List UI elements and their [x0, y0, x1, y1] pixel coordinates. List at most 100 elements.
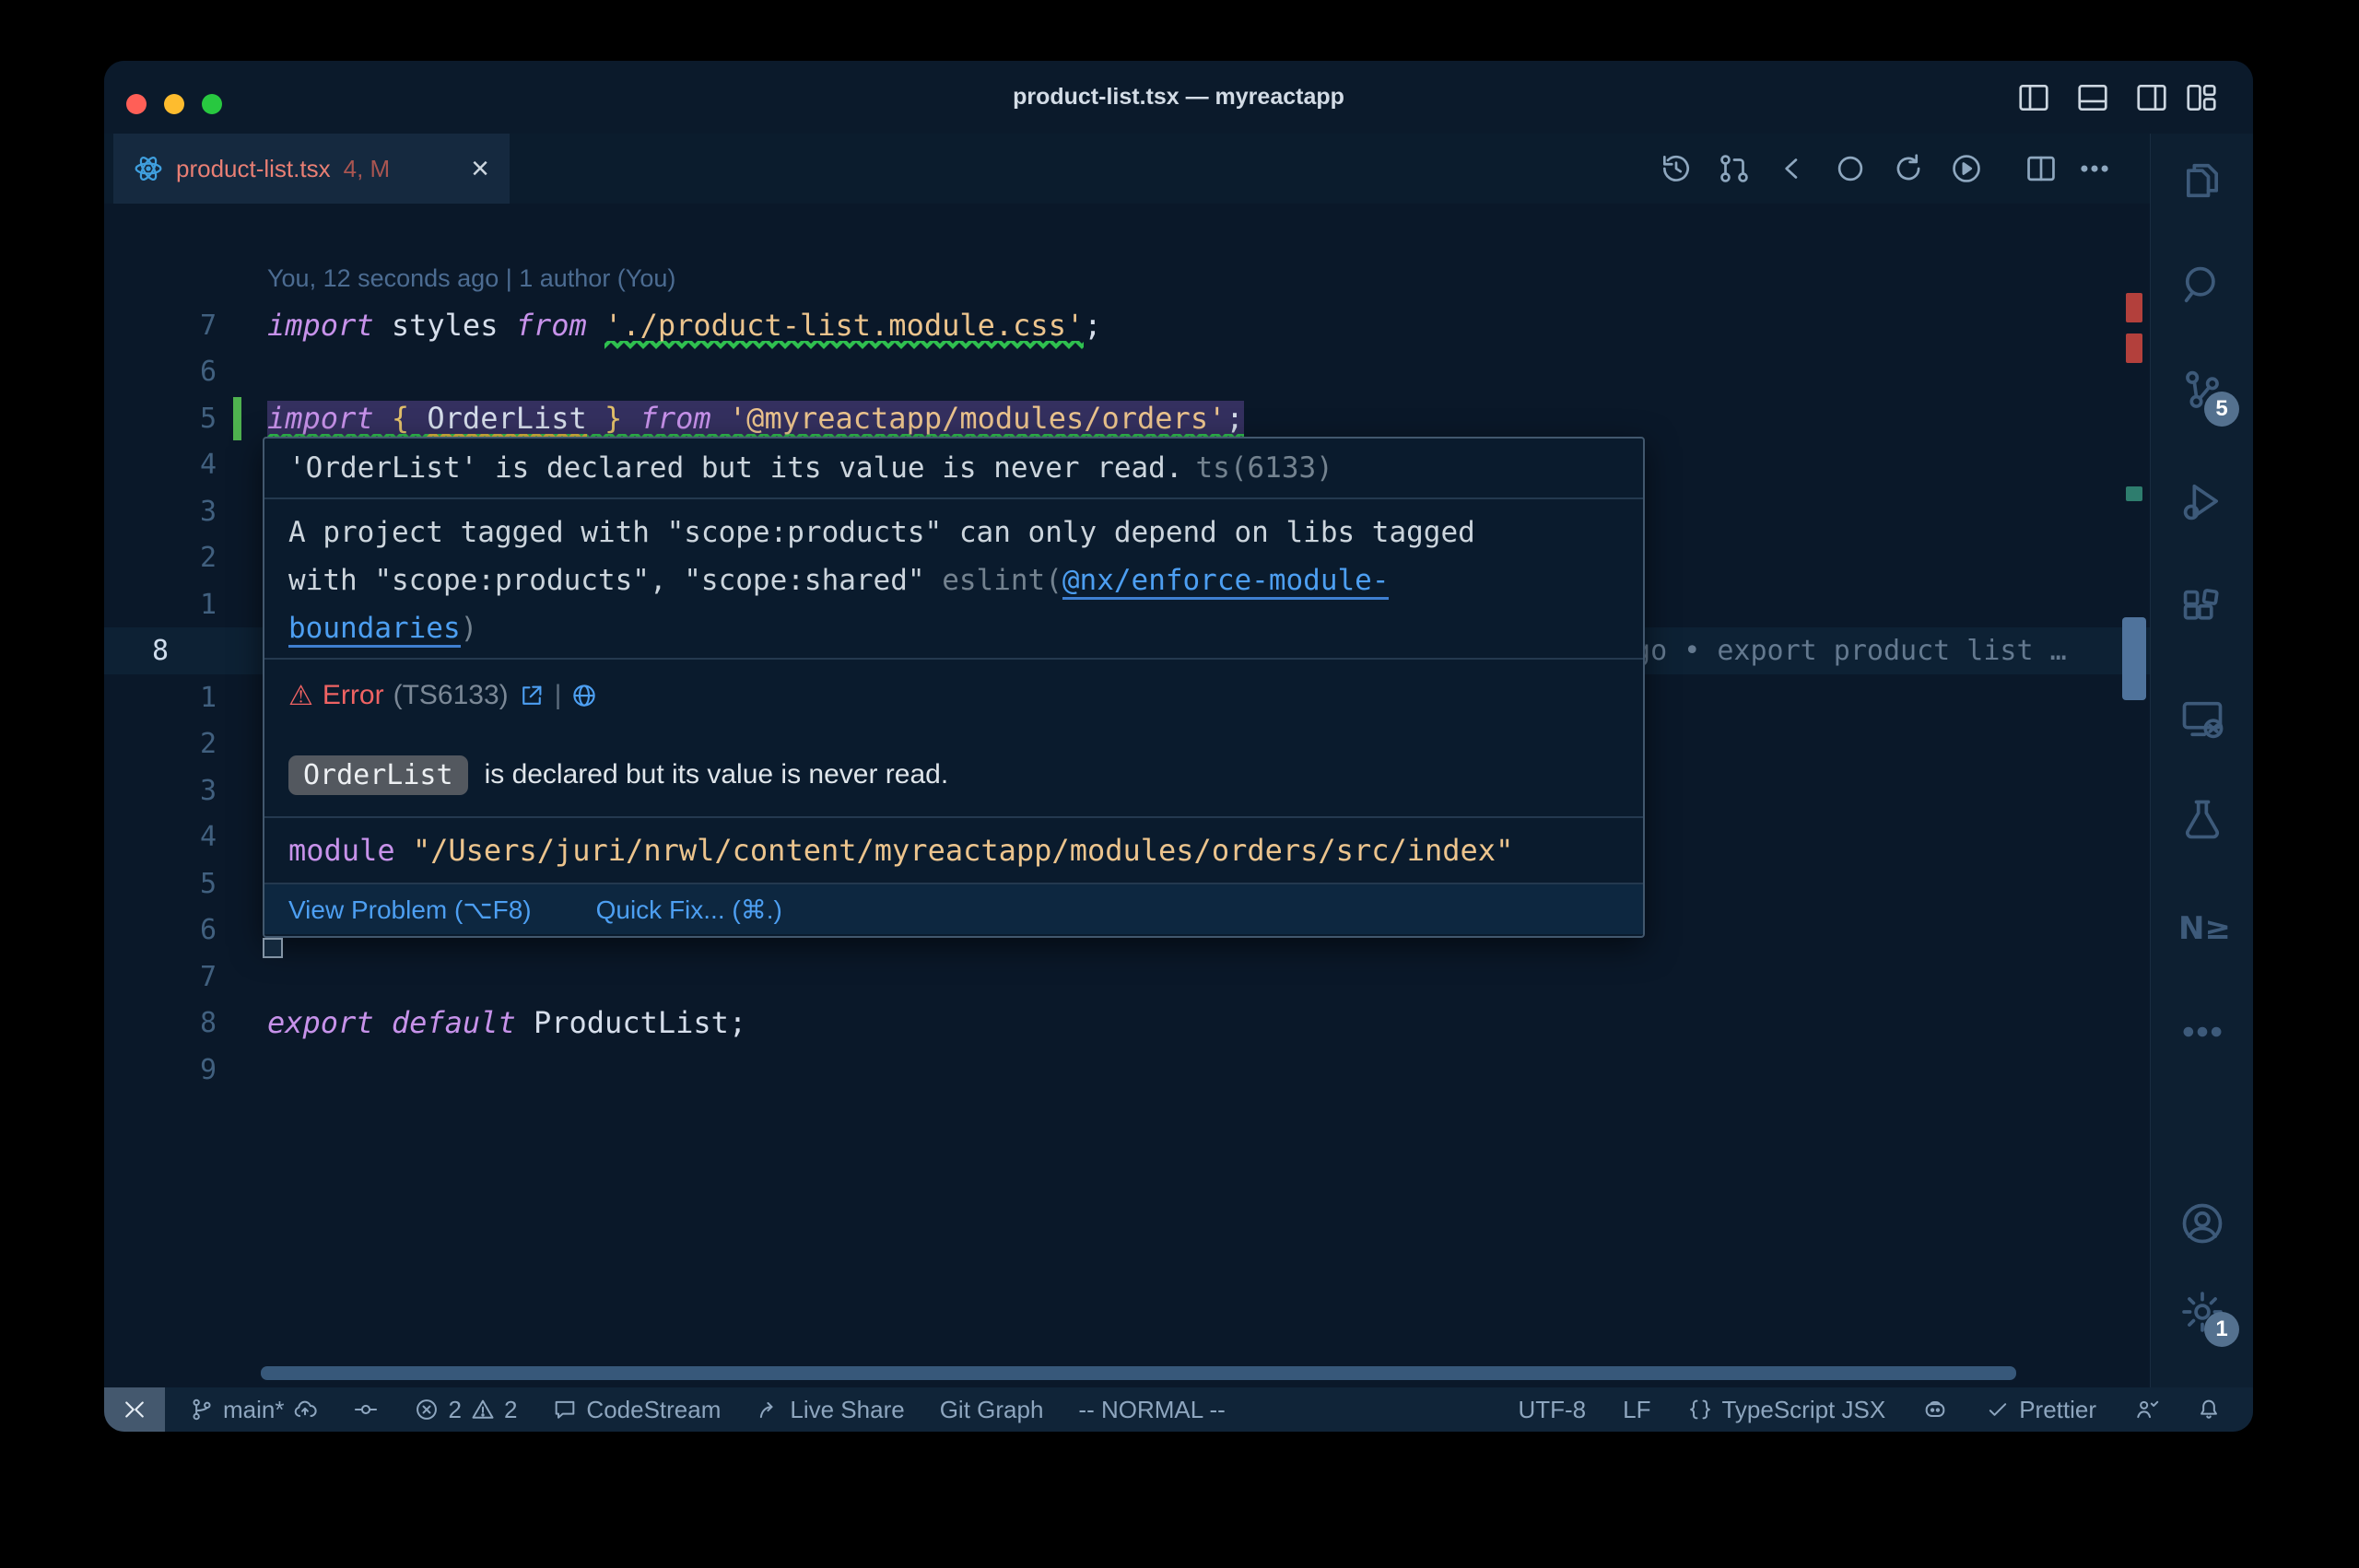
status-notifications[interactable]: [2196, 1397, 2222, 1422]
code-token: ;: [1084, 308, 1101, 343]
code-row[interactable]: 9: [104, 1047, 2150, 1094]
cloud-up-icon: [292, 1397, 318, 1422]
status-language-mode[interactable]: TypeScript JSX: [1687, 1396, 1885, 1424]
vertical-scrollbar-thumb[interactable]: [2122, 617, 2146, 700]
code-line[interactable]: import styles from './product-list.modul…: [267, 302, 1101, 349]
view-problem-link[interactable]: View Problem (⌥F8): [288, 895, 532, 925]
files-icon: [2178, 157, 2226, 205]
remote-indicator[interactable]: [104, 1387, 165, 1432]
status-copilot[interactable]: [1922, 1397, 1948, 1422]
status-feedback[interactable]: [2133, 1397, 2159, 1422]
react-icon: [134, 154, 163, 183]
history-icon[interactable]: [1659, 151, 1694, 186]
activity-more-views-button[interactable]: [2178, 1008, 2226, 1056]
status-encoding[interactable]: UTF-8: [1518, 1396, 1586, 1424]
code-token: default: [392, 1005, 516, 1040]
code-row[interactable]: 6: [104, 348, 2150, 395]
tab-product-list[interactable]: product-list.tsx 4, M ×: [113, 134, 510, 204]
activity-settings-button[interactable]: 1: [2178, 1288, 2226, 1336]
panel-right-icon[interactable]: [2134, 80, 2169, 115]
status-codestream[interactable]: CodeStream: [552, 1396, 721, 1424]
layout-icon[interactable]: [2184, 80, 2219, 115]
rule-link[interactable]: @nx/enforce-module-: [1062, 564, 1390, 600]
activity-remote-explorer-button[interactable]: [2178, 696, 2226, 743]
sync-icon[interactable]: [1891, 151, 1926, 186]
line-number[interactable]: 2: [152, 720, 217, 767]
bell-icon: [2196, 1397, 2222, 1422]
activity-run-debug-button[interactable]: [2178, 477, 2226, 525]
record-icon[interactable]: [1833, 151, 1868, 186]
activity-accounts-button[interactable]: [2178, 1199, 2226, 1247]
tab-dirty-badge: 4, M: [344, 155, 391, 183]
problem-hover-tooltip: 'OrderList' is declared but its value is…: [263, 437, 1645, 938]
line-number[interactable]: 6: [152, 907, 217, 954]
globe-icon[interactable]: [570, 682, 598, 709]
lint-line2: with "scope:products", "scope:shared": [288, 564, 942, 597]
status-bar: main* 22 CodeStream Live Share Git Graph -- N…: [104, 1387, 2253, 1432]
status-eol[interactable]: LF: [1623, 1396, 1650, 1424]
line-number[interactable]: 9: [152, 1047, 217, 1094]
line-number[interactable]: 8: [152, 627, 217, 674]
error-code: (TS6133): [393, 680, 509, 711]
tab-close-icon[interactable]: ×: [471, 153, 489, 184]
back-icon[interactable]: [1775, 151, 1810, 186]
code-row[interactable]: 8 export default ProductList;: [104, 1000, 2150, 1047]
split-editor-icon[interactable]: [2024, 151, 2059, 186]
status-vim-mode[interactable]: -- NORMAL --: [1078, 1396, 1225, 1424]
symbol-chip: OrderList: [288, 755, 468, 795]
line-number[interactable]: 8: [152, 1000, 217, 1047]
activity-nx-console-button[interactable]: N≥: [2178, 905, 2226, 953]
status-git-graph[interactable]: Git Graph: [940, 1396, 1044, 1424]
commit-icon: [353, 1397, 379, 1422]
remote-icon: [121, 1396, 148, 1423]
panel-bottom-icon[interactable]: [2075, 80, 2110, 115]
line-number[interactable]: 4: [152, 813, 217, 860]
tooltip-resize-grip[interactable]: [263, 938, 283, 958]
tab-label: product-list.tsx: [176, 155, 331, 183]
line-number[interactable]: 7: [152, 302, 217, 349]
line-number[interactable]: 5: [152, 395, 217, 442]
line-number[interactable]: 3: [152, 767, 217, 814]
horizontal-scrollbar-thumb[interactable]: [261, 1366, 2016, 1380]
status-problems[interactable]: 22: [414, 1396, 517, 1424]
code-token: export: [267, 1005, 374, 1040]
more-actions-icon[interactable]: [2077, 151, 2112, 186]
line-number[interactable]: 1: [152, 674, 217, 721]
activity-extensions-button[interactable]: [2178, 585, 2226, 633]
line-number[interactable]: 3: [152, 488, 217, 535]
status-git-branch[interactable]: main*: [189, 1396, 318, 1424]
activity-search-button[interactable]: [2178, 262, 2226, 310]
external-link-icon[interactable]: [518, 682, 546, 709]
status-git-commit[interactable]: [353, 1397, 379, 1422]
code-line[interactable]: export default ProductList;: [267, 1000, 746, 1047]
activity-source-graph-button[interactable]: 5: [2178, 368, 2226, 415]
line-number[interactable]: 1: [152, 581, 217, 628]
rule-link-continued[interactable]: boundaries: [288, 612, 461, 648]
activity-bar: 5 N≥ 1: [2150, 134, 2253, 1387]
activity-explorer-button[interactable]: [2178, 157, 2226, 205]
code-row[interactable]: 7: [104, 954, 2150, 1000]
line-number[interactable]: 2: [152, 534, 217, 581]
code-row[interactable]: 5 import { OrderList } from '@myreactapp/…: [104, 395, 2150, 442]
git-pull-request-icon[interactable]: [1717, 151, 1752, 186]
activity-badge: 1: [2204, 1312, 2239, 1347]
line-number[interactable]: 5: [152, 860, 217, 907]
line-number[interactable]: 7: [152, 954, 217, 1000]
titlebar: product-list.tsx — myreactapp: [104, 61, 2253, 134]
tooltip-module-section: module "/Users/juri/nrwl/content/myreact…: [264, 818, 1643, 884]
overview-diff-mark: [2126, 293, 2142, 322]
quick-fix-link[interactable]: Quick Fix... (⌘.): [596, 895, 782, 925]
line-number[interactable]: 6: [152, 348, 217, 395]
blame-row[interactable]: You, 12 seconds ago | 1 author (You): [104, 255, 2150, 302]
code-token: './product-list.module.css': [604, 308, 1084, 349]
panel-left-icon[interactable]: [2016, 80, 2051, 115]
code-row[interactable]: 7 import styles from './product-list.modu…: [104, 302, 2150, 349]
activity-testing-button[interactable]: [2178, 796, 2226, 844]
status-prettier[interactable]: Prettier: [1985, 1396, 2096, 1424]
code-line[interactable]: import { OrderList } from '@myreactapp/m…: [267, 395, 1244, 442]
status-live-share[interactable]: Live Share: [756, 1396, 904, 1424]
code-token: ProductList;: [534, 1005, 746, 1040]
tooltip-error-section: ⚠ Error (TS6133) | OrderList is declared…: [264, 660, 1643, 818]
run-icon[interactable]: [1949, 151, 1984, 186]
line-number[interactable]: 4: [152, 441, 217, 488]
